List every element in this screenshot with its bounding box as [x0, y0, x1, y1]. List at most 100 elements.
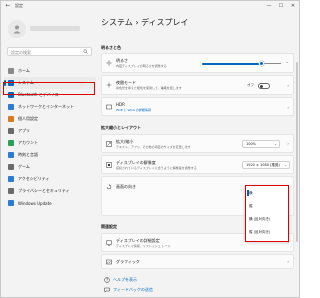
chevron-right-icon[interactable]: › — [287, 259, 289, 264]
sidebar-item[interactable]: 時刻と言語 — [4, 149, 96, 161]
maximize-button[interactable]: ☐ — [275, 1, 287, 11]
user-profile[interactable] — [6, 18, 96, 44]
home-icon — [8, 68, 14, 74]
graphics-icon — [106, 259, 112, 265]
hdr-icon — [106, 104, 112, 110]
user-name-placeholder — [30, 26, 80, 31]
chevron-right-icon[interactable]: › — [287, 83, 289, 88]
scale-icon — [106, 141, 112, 147]
sidebar-item-label: ゲーム — [18, 164, 30, 169]
chevron-down-icon: ⌄ — [284, 163, 287, 167]
brush-icon — [8, 116, 14, 122]
update-icon — [8, 200, 14, 206]
breadcrumb-parent[interactable]: システム — [101, 18, 133, 27]
orientation-dropdown: 横 縦 横 (反対向き) 縦 (反対向き) — [245, 185, 289, 242]
search-icon[interactable] — [83, 49, 88, 54]
scrollbar[interactable] — [296, 62, 298, 242]
feedback-icon — [104, 287, 110, 293]
chevron-down-icon: ⌄ — [274, 142, 277, 146]
sidebar-item-label: 個人用設定 — [18, 116, 38, 121]
brightness-sub: 内蔵ディスプレイの明るさを調整する — [116, 64, 167, 68]
brightness-slider[interactable] — [259, 61, 264, 66]
back-arrow-icon[interactable]: ← — [4, 2, 12, 10]
sidebar-item[interactable]: Windows Update — [4, 197, 96, 209]
network-icon — [8, 104, 14, 110]
orientation-option[interactable]: 横 — [249, 191, 253, 196]
sidebar-item-label: ネットワークとインターネット — [18, 104, 74, 109]
sidebar-item[interactable]: アプリ — [4, 125, 96, 137]
help-link[interactable]: ヘルプを表示 — [113, 277, 137, 283]
sun-icon — [106, 60, 112, 66]
night-light-toggle[interactable] — [258, 83, 270, 89]
sidebar-item-label: アカウント — [18, 140, 38, 145]
close-button[interactable]: ✕ — [287, 1, 299, 11]
scale-value: 100% — [246, 142, 257, 146]
scale-select[interactable]: 100% ⌄ — [242, 140, 280, 148]
orientation-option[interactable]: 縦 (反対向き) — [249, 230, 270, 235]
hdr-link[interactable]: HDR と WCG の詳細情報 — [116, 108, 151, 112]
page-title: システム › ディスプレイ — [101, 17, 189, 28]
breadcrumb-current: ディスプレイ — [141, 18, 189, 27]
sidebar-item-label: ホーム — [18, 68, 30, 73]
resolution-row[interactable]: ディスプレイの解像度 接続されているディスプレイに合うように解像度を調整する 1… — [101, 155, 294, 174]
graphics-label: グラフィック — [116, 259, 140, 264]
title-bar: ← 設定 — ☐ ✕ — [1, 1, 299, 12]
night-light-state: オフ — [247, 83, 254, 87]
hdr-label: HDR — [116, 102, 125, 107]
resolution-value: 1920 × 1080 (推奨) — [246, 163, 280, 167]
sidebar-item[interactable]: プライバシーとセキュリティ — [4, 185, 96, 197]
scale-row[interactable]: 拡大/縮小 テキスト、アプリ、その他の項目のサイズを変更します 100% ⌄ › — [101, 134, 294, 153]
avatar — [8, 20, 26, 38]
sidebar-highlight-box — [3, 82, 95, 95]
search-input[interactable]: 設定の検索 — [11, 50, 31, 56]
brightness-slider-fill — [202, 63, 261, 65]
monitor-icon — [106, 240, 112, 246]
resolution-sub: 接続されているディスプレイに合うように解像度を調整する — [116, 166, 197, 170]
graphics-row[interactable]: グラフィック › — [101, 254, 294, 269]
sidebar-item[interactable]: ゲーム — [4, 161, 96, 173]
chevron-right-icon[interactable]: › — [287, 141, 289, 146]
help-icon: ? — [104, 277, 110, 283]
orientation-option[interactable]: 縦 — [249, 204, 253, 209]
shield-icon — [8, 188, 14, 194]
sidebar-item-label: アプリ — [18, 128, 30, 133]
minimize-button[interactable]: — — [263, 1, 275, 11]
night-light-sub: 青色光を抑えた暖色を使用して、睡眠を促します — [116, 86, 182, 90]
window-controls: — ☐ ✕ — [263, 1, 299, 11]
sidebar-item[interactable]: アクセシビリティ — [4, 173, 96, 185]
sidebar-item-label: Windows Update — [18, 200, 52, 206]
scale-sub: テキスト、アプリ、その他の項目のサイズを変更します — [116, 145, 191, 149]
orientation-option[interactable]: 横 (反対向き) — [249, 217, 270, 222]
chevron-right-icon[interactable]: › — [287, 105, 289, 110]
brightness-slider-rest — [261, 63, 281, 65]
sidebar-item[interactable]: アカウント — [4, 137, 96, 149]
sidebar-item[interactable]: ホーム — [4, 65, 96, 77]
main-content: システム › ディスプレイ 明るさと色 明るさ 内蔵ディスプレイの明るさを調整す… — [98, 12, 299, 297]
brightness-row[interactable]: 明るさ 内蔵ディスプレイの明るさを調整する ⌃ — [101, 53, 294, 73]
user-icon — [13, 25, 21, 34]
game-icon — [8, 164, 14, 170]
sidebar-item-label: プライバシーとセキュリティ — [18, 188, 70, 193]
svg-text:?: ? — [106, 278, 108, 283]
sidebar-item[interactable]: ネットワークとインターネット — [4, 101, 96, 113]
clock-icon — [8, 152, 14, 158]
resolution-icon — [106, 162, 112, 168]
orientation-label: 画面の向き — [116, 184, 136, 189]
settings-window: ← 設定 — ☐ ✕ 設定の検索 ホーム システム Bluetooth とデバイスネ… — [0, 0, 300, 298]
apps-icon — [8, 128, 14, 134]
advanced-display-sub: ディスプレイ情報、リフレッシュ レート — [116, 244, 171, 248]
section-related-heading: 関連設定 — [101, 224, 117, 229]
sun-small-icon — [106, 82, 112, 88]
accessibility-icon — [8, 176, 14, 182]
feedback-link[interactable]: フィードバックの送信 — [113, 287, 153, 293]
resolution-select[interactable]: 1920 × 1080 (推奨) ⌄ — [242, 161, 290, 169]
sidebar-item[interactable]: 個人用設定 — [4, 113, 96, 125]
section-brightness-heading: 明るさと色 — [101, 45, 121, 50]
hdr-row[interactable]: HDR HDR と WCG の詳細情報 › — [101, 97, 294, 116]
app-title: 設定 — [15, 3, 23, 8]
night-light-row[interactable]: 夜間モード 青色光を抑えた暖色を使用して、睡眠を促します オフ › — [101, 75, 294, 95]
sidebar-item-label: アクセシビリティ — [18, 176, 50, 181]
search-box[interactable]: 設定の検索 — [7, 47, 92, 56]
toggle-knob — [260, 85, 263, 88]
chevron-up-icon[interactable]: ⌃ — [286, 61, 289, 66]
